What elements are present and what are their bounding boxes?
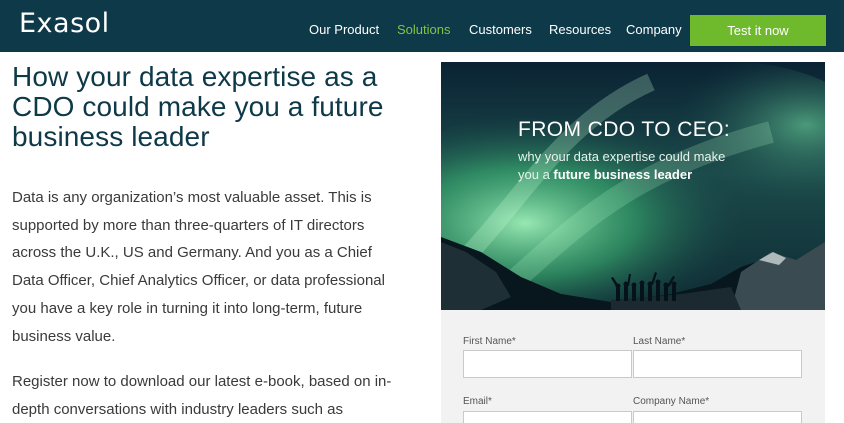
nav-resources[interactable]: Resources [549,22,611,37]
company-name-field[interactable] [633,411,802,423]
register-paragraph: Register now to download our latest e-bo… [12,373,392,418]
nav-solutions[interactable]: Solutions [397,22,450,37]
hero-subtitle-line-1: why your data expertise could make [518,149,726,164]
last-name-field[interactable] [633,350,802,378]
email-label: Email* [463,396,492,407]
page-headline: How your data expertise as a CDO could m… [12,61,384,152]
first-name-field[interactable] [463,350,632,378]
company-name-label: Company Name* [633,396,710,407]
hero-subtitle: why your data expertise could make you a… [518,148,798,184]
hero-subtitle-emphasis: future business leader [553,167,693,182]
intro-paragraph: Data is any organization’s most valuable… [12,189,385,345]
hero-subtitle-line-2: you a future business leader [518,166,798,184]
last-name-label: Last Name* [633,336,686,347]
aurora-illustration [441,62,825,310]
hero-title: FROM CDO TO CEO: [518,118,731,141]
test-it-now-button[interactable]: Test it now [690,15,826,46]
download-form: First Name* Last Name* Email* Company Na… [441,310,825,423]
hero-subtitle-prefix: you a [518,167,554,182]
ebook-hero-image: FROM CDO TO CEO: why your data expertise… [441,62,825,310]
email-field[interactable] [463,411,632,423]
exasol-logo[interactable]: Exasol [19,8,110,39]
first-name-label: First Name* [463,336,516,347]
nav-our-product[interactable]: Our Product [309,22,379,37]
nav-customers[interactable]: Customers [469,22,532,37]
nav-company[interactable]: Company [626,22,682,37]
site-header: Exasol Our Product Solutions Customers R… [0,0,844,52]
